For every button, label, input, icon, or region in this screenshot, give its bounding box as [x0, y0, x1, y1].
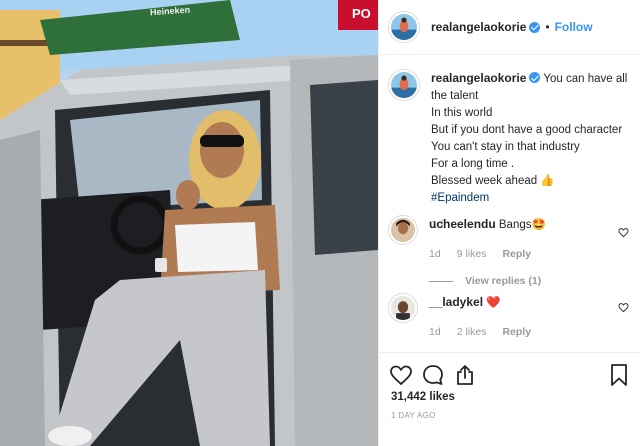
avatar-image	[391, 218, 415, 242]
post-side-panel: realangelaokorie • Follow realangelaokor…	[378, 0, 640, 446]
comment-icon[interactable]	[421, 363, 445, 387]
caption-line: For a long time .	[431, 158, 515, 170]
avatar-image	[391, 72, 417, 98]
comment-item: ucheelendu Bangs🤩 1d 9 likes Reply View …	[389, 216, 609, 290]
avatar-image	[391, 296, 415, 320]
comment-meta: 1d 2 likes Reply	[429, 324, 609, 341]
comment-meta: 1d 9 likes Reply	[429, 246, 609, 263]
comment-body: __ladykel ❤️ 1d 2 likes Reply	[429, 294, 609, 341]
view-replies-button[interactable]: View replies (1)	[429, 273, 609, 290]
action-icons	[389, 363, 631, 387]
reply-button[interactable]: Reply	[502, 324, 531, 341]
bookmark-icon[interactable]	[607, 363, 631, 387]
follow-button[interactable]: Follow	[555, 20, 593, 34]
reply-button[interactable]: Reply	[502, 246, 531, 263]
replies-line	[429, 281, 453, 282]
avatar[interactable]	[389, 70, 419, 100]
comment-item: __ladykel ❤️ 1d 2 likes Reply	[389, 294, 609, 341]
comment-text: Bangs🤩	[498, 219, 546, 231]
comment-username[interactable]: ucheelendu	[429, 217, 496, 231]
commenter-avatar[interactable]	[389, 294, 417, 322]
comment-likes[interactable]: 2 likes	[457, 324, 487, 341]
comments-section[interactable]: realangelaokorie You can have all the ta…	[379, 56, 640, 352]
comment-time[interactable]: 1d	[429, 246, 441, 263]
comment-body: ucheelendu Bangs🤩 1d 9 likes Reply View …	[429, 216, 609, 290]
caption-body: realangelaokorie You can have all the ta…	[431, 70, 631, 234]
caption: realangelaokorie You can have all the ta…	[389, 70, 631, 234]
heart-icon[interactable]	[389, 363, 413, 387]
comment-likes[interactable]: 9 likes	[457, 246, 487, 263]
post-date[interactable]: 1 DAY AGO	[391, 411, 436, 420]
comment-like-icon[interactable]	[618, 302, 629, 313]
comment-like-icon[interactable]	[618, 227, 629, 238]
verified-icon	[529, 21, 541, 33]
share-icon[interactable]	[453, 363, 477, 387]
post-actions: 31,442 likes 1 DAY AGO	[379, 352, 640, 446]
comment-time[interactable]: 1d	[429, 324, 441, 341]
avatar-image	[391, 14, 417, 40]
caption-line: In this world	[431, 107, 493, 119]
post-photo[interactable]: Heineken PO	[0, 0, 378, 446]
caption-username[interactable]: realangelaokorie	[431, 71, 526, 85]
comment-username[interactable]: __ladykel	[429, 295, 483, 309]
view-replies-label: View replies (1)	[465, 275, 542, 287]
verified-icon	[529, 72, 541, 83]
comment-text: ❤️	[486, 297, 501, 309]
hashtag-link[interactable]: #Epaindem	[431, 192, 489, 204]
commenter-avatar[interactable]	[389, 216, 417, 244]
post-header: realangelaokorie • Follow	[379, 0, 640, 55]
avatar[interactable]	[389, 12, 419, 42]
likes-count[interactable]: 31,442 likes	[391, 391, 455, 403]
separator-dot: •	[545, 20, 550, 34]
sign-text: PO	[352, 6, 371, 21]
header-username[interactable]: realangelaokorie	[431, 20, 526, 34]
caption-line: But if you dont have a good character	[431, 124, 623, 136]
caption-line: Blessed week ahead 👍	[431, 175, 555, 187]
photo-illustration	[0, 0, 378, 446]
caption-line: You can't stay in that industry	[431, 141, 580, 153]
